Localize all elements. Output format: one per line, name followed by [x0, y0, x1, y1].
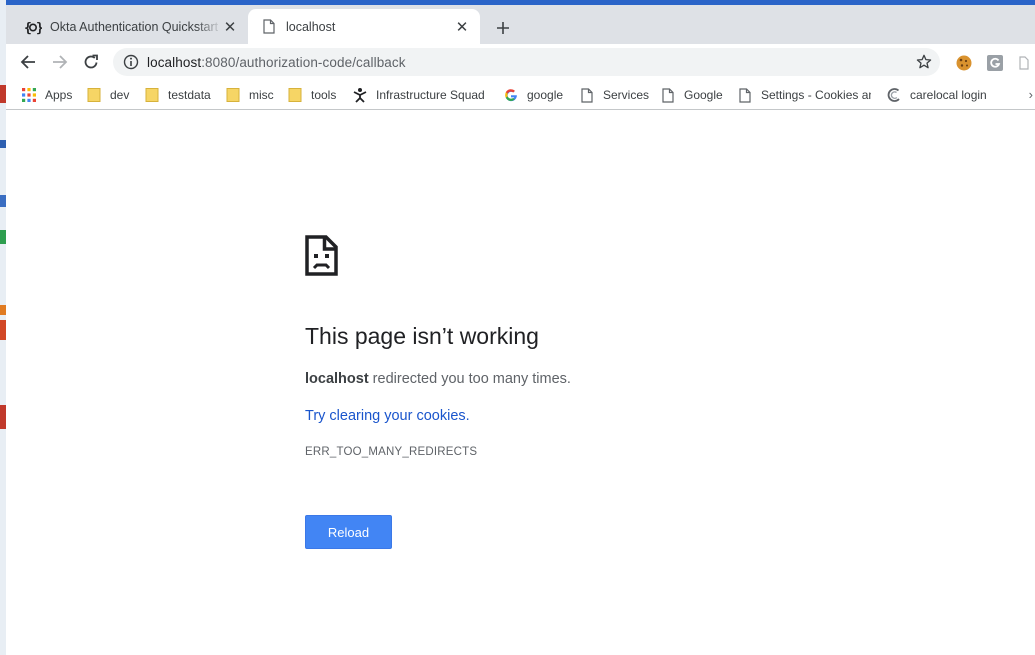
bookmark-folder-misc[interactable]: misc	[225, 86, 274, 104]
link-suffix: .	[465, 408, 470, 424]
svg-text:{: {	[24, 21, 32, 35]
bookmark-label: misc	[249, 88, 274, 102]
tab-title: localhost	[286, 19, 336, 34]
error-title: This page isn’t working	[305, 323, 539, 349]
bookmark-folder-testdata[interactable]: testdata	[144, 86, 211, 104]
reload-icon	[84, 54, 98, 69]
infrastructure-icon	[352, 87, 368, 103]
close-tab-icon[interactable]: ✕	[222, 19, 238, 36]
window-frame-edge	[0, 0, 1035, 5]
folder-icon	[287, 87, 303, 103]
forward-arrow-icon	[53, 55, 68, 69]
background-window-edge	[0, 0, 6, 655]
sad-page-icon	[305, 235, 338, 276]
bookmark-apps[interactable]: Apps	[21, 86, 72, 104]
bookmark-label: tools	[311, 88, 337, 102]
bookmarks-bar: Apps dev testdata misc tools Infrastruct…	[0, 80, 1035, 110]
forward-button[interactable]	[48, 50, 72, 74]
bookmark-google[interactable]: Google	[660, 86, 723, 104]
bookmark-label: Settings - Cookies an	[761, 88, 871, 102]
bookmark-google-lower[interactable]: google	[503, 86, 563, 104]
error-host: localhost	[305, 371, 369, 387]
site-info-icon[interactable]	[123, 54, 139, 70]
apps-grid-icon	[21, 87, 37, 103]
back-arrow-icon	[20, 55, 35, 69]
page-icon	[579, 87, 595, 103]
tab-strip: {} Okta Authentication Quickstart G ✕ lo…	[0, 0, 1035, 44]
toolbar: localhost:8080/authorization-code/callba…	[0, 44, 1035, 80]
new-tab-button[interactable]	[492, 17, 514, 39]
page-icon	[737, 87, 753, 103]
carelocal-icon	[886, 87, 902, 103]
more-bookmarks-chevron-icon[interactable]: ›	[1029, 87, 1033, 102]
url-text[interactable]: localhost:8080/authorization-code/callba…	[147, 55, 406, 70]
bookmark-folder-dev[interactable]: dev	[86, 86, 129, 104]
tab-title: Okta Authentication Quickstart G	[50, 19, 222, 34]
url-host: localhost	[147, 54, 202, 70]
page-icon	[660, 87, 676, 103]
close-tab-icon[interactable]: ✕	[454, 19, 470, 36]
error-description-text: redirected you too many times.	[368, 371, 571, 387]
error-page: This page isn’t working localhost redire…	[0, 111, 1035, 655]
bookmark-label: Services	[603, 88, 650, 102]
bookmark-label: dev	[110, 88, 130, 102]
svg-text:}: }	[36, 21, 42, 35]
error-description: localhost redirected you too many times.	[305, 369, 571, 389]
error-suggestion: Try clearing your cookies.	[305, 406, 470, 426]
okta-icon: {}	[24, 18, 42, 36]
bookmark-services[interactable]: Services	[579, 86, 649, 104]
bookmark-label: Infrastructure Squad	[376, 88, 484, 102]
bookmark-label: google	[527, 88, 564, 102]
error-code: ERR_TOO_MANY_REDIRECTS	[305, 446, 478, 458]
grammarly-extension-icon[interactable]	[986, 54, 1004, 72]
folder-icon	[144, 87, 160, 103]
bookmark-star-icon[interactable]	[916, 54, 932, 70]
plus-icon	[497, 22, 509, 34]
tab-okta-quickstart[interactable]: {} Okta Authentication Quickstart G ✕	[12, 9, 248, 44]
bookmark-settings-cookies[interactable]: Settings - Cookies an	[737, 86, 871, 104]
bookmark-folder-tools[interactable]: tools	[287, 86, 336, 104]
address-bar[interactable]: localhost:8080/authorization-code/callba…	[113, 48, 940, 76]
bookmark-label: Google	[684, 88, 723, 102]
reload-button[interactable]: Reload	[305, 515, 392, 549]
back-button[interactable]	[16, 50, 40, 74]
tab-localhost[interactable]: localhost ✕	[248, 9, 480, 44]
cookie-extension-icon[interactable]	[955, 54, 973, 72]
page-icon	[260, 18, 278, 36]
folder-icon	[86, 87, 102, 103]
bookmark-label: testdata	[168, 88, 211, 102]
url-path: :8080/authorization-code/callback	[201, 54, 406, 70]
clear-cookies-link[interactable]: Try clearing your cookies	[305, 408, 466, 424]
bookmark-label: carelocal login	[910, 88, 987, 102]
bookmark-label: Apps	[45, 88, 73, 102]
folder-icon	[225, 87, 241, 103]
extension-icon[interactable]	[1016, 54, 1034, 72]
bookmark-infrastructure-squad[interactable]: Infrastructure Squad	[352, 86, 484, 104]
reload-page-button[interactable]	[79, 50, 103, 74]
google-g-icon	[503, 87, 519, 103]
bookmark-carelocal-login[interactable]: carelocal login	[886, 86, 987, 104]
